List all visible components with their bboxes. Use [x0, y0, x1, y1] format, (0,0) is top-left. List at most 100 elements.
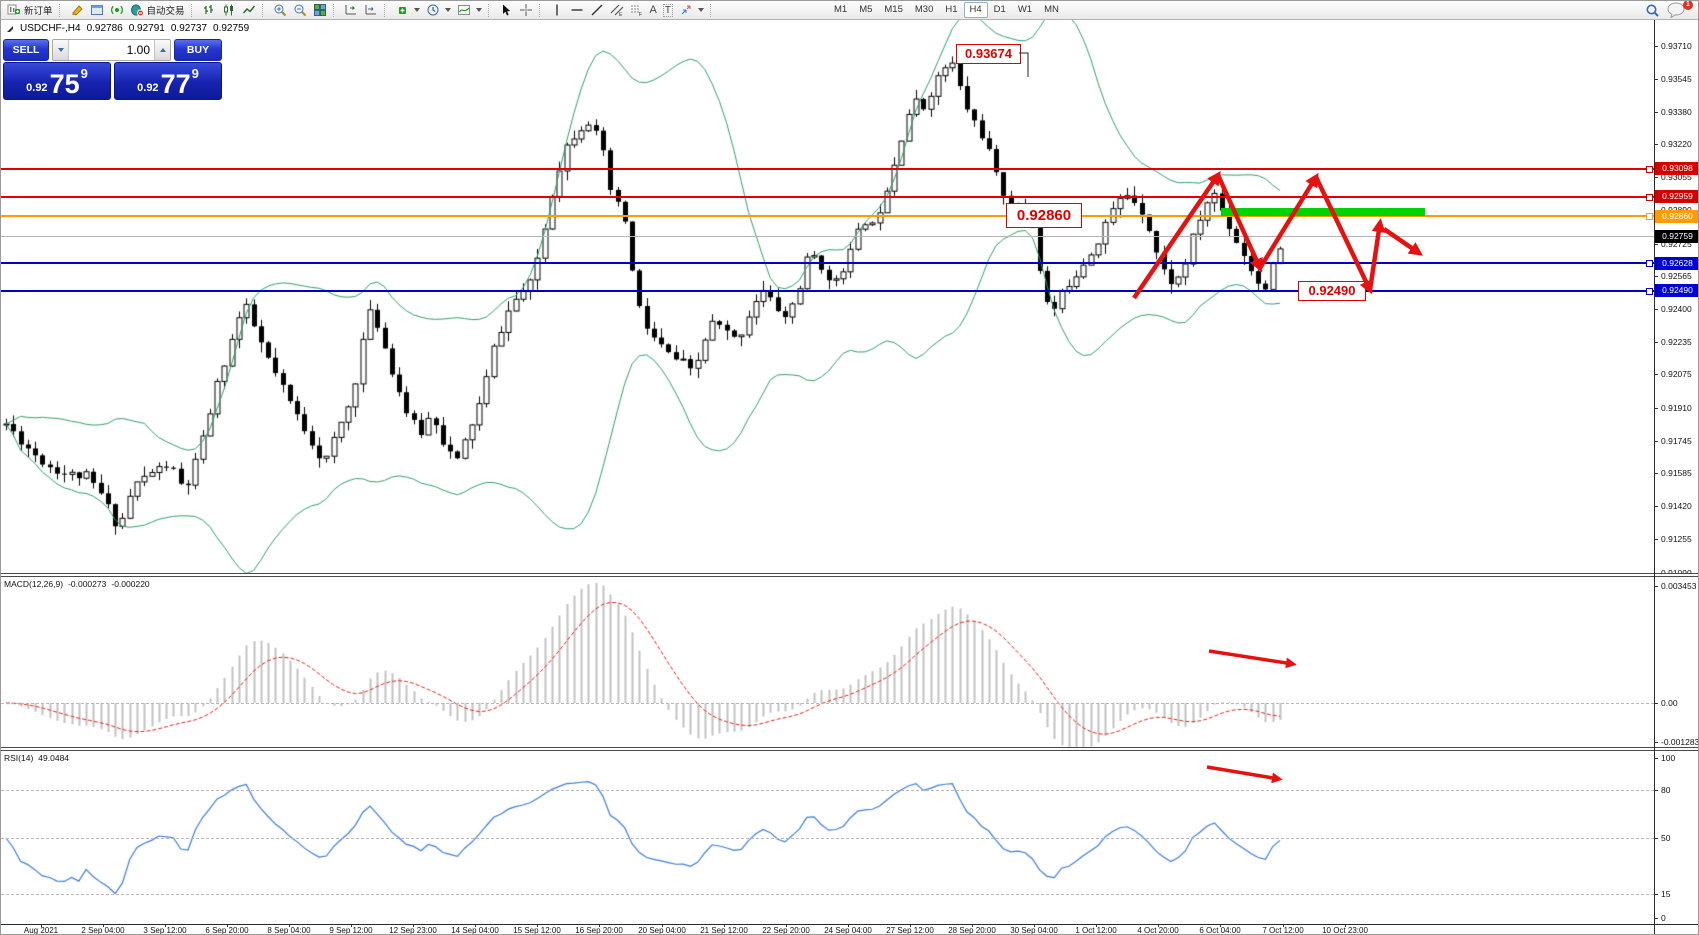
line-chart-button[interactable]: [239, 2, 259, 18]
time-label: 9 Sep 12:00: [329, 926, 372, 935]
time-label: Aug 2021: [24, 926, 58, 935]
chevron-down-icon: [445, 8, 451, 12]
price-chart-canvas[interactable]: [1, 1, 1699, 935]
line-anchor-square: [1646, 213, 1653, 220]
buy-button[interactable]: BUY: [174, 39, 222, 61]
time-label: 4 Oct 20:00: [1137, 926, 1178, 935]
cursor-button[interactable]: [496, 2, 516, 18]
timeframe-button-H1[interactable]: H1: [939, 2, 963, 18]
timeframe-button-H4[interactable]: H4: [964, 2, 988, 18]
price-label-0.92490: 0.92490: [1655, 284, 1699, 297]
price-label-0.92628: 0.92628: [1655, 257, 1699, 270]
search-icon[interactable]: [1645, 3, 1659, 17]
time-label: 10 Oct 23:00: [1322, 926, 1368, 935]
volume-input[interactable]: [69, 42, 154, 58]
autotrading-label: 自动交易: [147, 3, 185, 17]
price-tick-label: 0.92235: [1661, 337, 1692, 347]
buy-price-panel[interactable]: 0.92 77 9: [114, 62, 222, 100]
toolbar-separator: [539, 4, 544, 17]
zoom-in-button[interactable]: [270, 2, 290, 18]
text-tool-button[interactable]: A: [647, 2, 660, 18]
chevron-down-icon: [698, 8, 704, 12]
sell-price-pip: 9: [81, 66, 88, 81]
volume-decrease-button[interactable]: [53, 40, 69, 60]
price-tick-label: 0.93220: [1661, 139, 1692, 149]
toolbar-separator: [488, 4, 493, 17]
panel-separator[interactable]: [1, 747, 1698, 751]
label-tool-icon: T: [663, 4, 673, 17]
candlestick-icon: [222, 3, 236, 17]
zoom-out-button[interactable]: [290, 2, 310, 18]
time-label: 24 Sep 04:00: [824, 926, 872, 935]
auto-scroll-button[interactable]: [361, 2, 381, 18]
fibonacci-button[interactable]: F: [627, 2, 647, 18]
rsi-value: 49.0484: [38, 753, 69, 763]
timeframe-button-MN[interactable]: MN: [1038, 2, 1065, 18]
bar-chart-button[interactable]: [199, 2, 219, 18]
volume-increase-button[interactable]: [154, 40, 170, 60]
time-label: 6 Oct 04:00: [1199, 926, 1240, 935]
timeframe-button-M5[interactable]: M5: [853, 2, 878, 18]
price-callout-0.92860[interactable]: 0.92860: [1006, 203, 1082, 228]
window-icon: [90, 3, 104, 17]
horizontal-line-0.92628[interactable]: [1, 262, 1654, 264]
price-tick-label: 0.92400: [1661, 304, 1692, 314]
price-tick-label: 0.91420: [1661, 501, 1692, 511]
price-callout-0.92490[interactable]: 0.92490: [1298, 281, 1366, 301]
timeframe-button-W1[interactable]: W1: [1012, 2, 1038, 18]
rectangle-object[interactable]: [1221, 208, 1425, 216]
chat-icon[interactable]: 1: [1667, 2, 1689, 18]
new-order-button[interactable]: 新订单: [4, 2, 56, 18]
shift-chart-button[interactable]: [341, 2, 361, 18]
horizontal-line-icon: [570, 3, 584, 17]
price-tick-label: 0.93545: [1661, 74, 1692, 84]
time-label: 1 Oct 12:00: [1075, 926, 1116, 935]
rsi-tick-label: 100: [1661, 753, 1675, 763]
new-chart-button[interactable]: [392, 2, 423, 18]
timeframe-button-M1[interactable]: M1: [828, 2, 853, 18]
indicators-button[interactable]: [454, 2, 485, 18]
window-button[interactable]: [87, 2, 107, 18]
label-tool-button[interactable]: T: [660, 2, 676, 18]
candlestick-button[interactable]: [219, 2, 239, 18]
toolbar-separator: [59, 4, 64, 17]
timeframe-button-M15[interactable]: M15: [878, 2, 908, 18]
rsi-level-80: [1, 790, 1654, 791]
cursor-icon: [499, 3, 513, 17]
crosshair-button[interactable]: [516, 2, 536, 18]
price-tick-label: 0.93710: [1661, 41, 1692, 51]
sell-button[interactable]: SELL: [3, 39, 49, 61]
highlighter-button[interactable]: [67, 2, 87, 18]
quote-low: 0.92737: [171, 23, 207, 34]
horizontal-line-0.92759[interactable]: [1, 236, 1654, 237]
periods-button[interactable]: [423, 2, 454, 18]
timeframe-button-M30[interactable]: M30: [909, 2, 939, 18]
channel-button[interactable]: E: [607, 2, 627, 18]
sell-price-panel[interactable]: 0.92 75 9: [3, 62, 111, 100]
macd-label-row: MACD(12,26,9) -0.000273 -0.000220: [4, 579, 150, 589]
macd-zero-line: [1, 703, 1654, 704]
buy-price-prefix: 0.92: [137, 82, 158, 94]
price-label-0.93098: 0.93098: [1655, 162, 1699, 175]
time-scale-border: [1, 924, 1698, 925]
autotrading-button[interactable]: 自动交易: [127, 2, 188, 18]
signal-button[interactable]: [107, 2, 127, 18]
shapes-button[interactable]: [676, 2, 707, 18]
horizontal-line-0.92959[interactable]: [1, 196, 1654, 198]
vertical-line-button[interactable]: [547, 2, 567, 18]
horizontal-line-0.93098[interactable]: [1, 168, 1654, 170]
line-anchor-square: [1646, 194, 1653, 201]
macd-value2: -0.000220: [111, 579, 149, 589]
rsi-label-row: RSI(14) 49.0484: [4, 753, 69, 763]
timeframe-button-D1[interactable]: D1: [988, 2, 1012, 18]
price-callout-0.93674[interactable]: 0.93674: [956, 44, 1021, 64]
volume-stepper: [52, 39, 171, 61]
trendline-button[interactable]: [587, 2, 607, 18]
panel-separator[interactable]: [1, 573, 1698, 577]
time-label: 8 Sep 04:00: [267, 926, 310, 935]
horizontal-line-0.92490[interactable]: [1, 290, 1654, 292]
rsi-tick-label: 15: [1661, 889, 1670, 899]
one-click-trading-panel: SELL BUY 0.92 75 9 0.92 77 9: [3, 39, 222, 100]
tile-windows-button[interactable]: [310, 2, 330, 18]
horizontal-line-button[interactable]: [567, 2, 587, 18]
